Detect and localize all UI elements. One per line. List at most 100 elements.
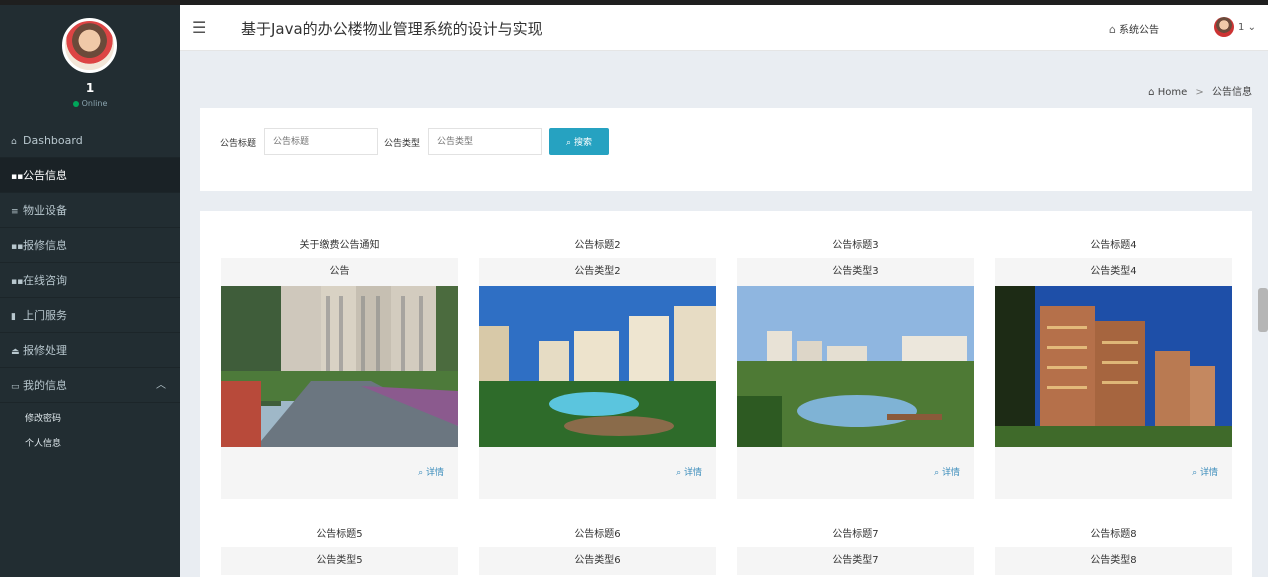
search-panel: 公告标题 公告类型 ⌕ 搜索 xyxy=(200,108,1252,191)
card-footer: ⌕ 详情 xyxy=(737,447,974,499)
sidebar-item-label: 报修处理 xyxy=(23,344,67,357)
card-footer: ⌕ 详情 xyxy=(221,447,458,499)
user-dropdown[interactable]: 1 ⌄ xyxy=(1214,17,1256,37)
card-title: 公告标题5 xyxy=(316,529,363,540)
card-image xyxy=(221,286,458,447)
home-icon: ⌂ xyxy=(11,137,17,147)
sidebar-item-label: 物业设备 xyxy=(23,204,67,217)
submenu-item-profile[interactable]: 个人信息 xyxy=(0,432,180,457)
sidebar-item-label: 报修信息 xyxy=(23,239,67,252)
user-panel: 1 Online xyxy=(0,5,180,123)
detail-link[interactable]: ⌕ 详情 xyxy=(934,465,960,478)
card-title: 关于缴费公告通知 xyxy=(299,240,380,251)
sidebar-item-label: 上门服务 xyxy=(23,309,67,322)
card-type: 公告类型6 xyxy=(479,547,716,575)
card-type: 公告类型5 xyxy=(221,547,458,575)
bookmark-icon: ▮ xyxy=(11,312,16,322)
notice-card[interactable]: 公告标题8 公告类型8 xyxy=(995,523,1232,575)
card-image xyxy=(737,286,974,447)
chevron-down-icon: ⌄ xyxy=(1247,22,1256,33)
menu-toggle-icon[interactable]: ☰ xyxy=(192,18,206,37)
submenu-item-change-password[interactable]: 修改密码 xyxy=(0,407,180,432)
breadcrumb: ⌂ Home > 公告信息 xyxy=(1148,83,1252,98)
detail-label: 详情 xyxy=(941,468,960,478)
app-title: 基于Java的办公楼物业管理系统的设计与实现 xyxy=(241,20,543,38)
detail-label: 详情 xyxy=(425,468,444,478)
card-type: 公告类型7 xyxy=(737,547,974,575)
sidebar-item-my-info[interactable]: ▭ 我的信息 ︿ xyxy=(0,368,180,403)
search-icon: ⌕ xyxy=(1192,468,1198,478)
sidebar-item-repair-handle[interactable]: ⏏ 报修处理 xyxy=(0,333,180,368)
card-type: 公告类型8 xyxy=(995,547,1232,575)
card-footer: ⌕ 详情 xyxy=(479,447,716,499)
detail-link[interactable]: ⌕ 详情 xyxy=(418,465,444,478)
eject-icon: ⏏ xyxy=(11,347,20,357)
card-type: 公告类型2 xyxy=(479,258,716,286)
title-label: 公告标题 xyxy=(220,139,257,149)
notice-card[interactable]: 公告标题5 公告类型5 xyxy=(221,523,458,575)
sidebar: 1 Online ⌂ Dashboard ▪▪公告信息 ≡ 物业设备 ▪▪报修信息 … xyxy=(0,5,180,577)
system-notice-link[interactable]: ⌂ 系统公告 xyxy=(1109,21,1159,36)
sidebar-item-label: 我的信息 xyxy=(23,379,67,392)
online-dot-icon xyxy=(72,100,79,107)
search-icon: ⌕ xyxy=(934,468,940,478)
notice-card[interactable]: 公告标题2 公告类型2 ⌕ 详情 xyxy=(479,234,716,499)
breadcrumb-current: 公告信息 xyxy=(1212,87,1252,98)
chevron-up-icon: ︿ xyxy=(156,380,166,391)
user-label: 1 xyxy=(1238,22,1245,33)
notice-label: 系统公告 xyxy=(1118,25,1159,36)
sidebar-username: 1 xyxy=(85,81,95,95)
avatar xyxy=(1214,17,1234,37)
status-text: Online xyxy=(81,99,108,108)
title-search-input[interactable] xyxy=(264,128,378,155)
card-title: 公告标题6 xyxy=(574,529,621,540)
card-type: 公告 xyxy=(221,258,458,286)
grid-icon: ▪▪ xyxy=(11,242,24,252)
notice-card[interactable]: 公告标题4 公告类型4 ⌕ 详情 xyxy=(995,234,1232,499)
detail-link[interactable]: ⌕ 详情 xyxy=(1192,465,1218,478)
card-title: 公告标题8 xyxy=(1090,529,1137,540)
card-title: 公告标题2 xyxy=(574,240,621,251)
card-type: 公告类型4 xyxy=(995,258,1232,286)
notice-card[interactable]: 公告标题3 公告类型3 ⌕ 详情 xyxy=(737,234,974,499)
notice-cards-panel: 关于缴费公告通知 公告 ⌕ 详情 公告标题2 公告类型2 ⌕ 详情 公告标题3 … xyxy=(200,211,1252,577)
sidebar-item-repair-info[interactable]: ▪▪报修信息 xyxy=(0,228,180,263)
avatar[interactable] xyxy=(62,18,117,73)
card-title: 公告标题4 xyxy=(1090,240,1137,251)
card-footer: ⌕ 详情 xyxy=(995,447,1232,499)
list-icon: ≡ xyxy=(11,207,19,217)
page-scrollbar[interactable] xyxy=(1258,288,1268,332)
notice-icon: ⌂ xyxy=(1109,23,1116,36)
breadcrumb-home[interactable]: Home xyxy=(1158,87,1188,98)
sidebar-item-consult[interactable]: ▪▪在线咨询 xyxy=(0,263,180,298)
card-image xyxy=(995,286,1232,447)
card-title: 公告标题7 xyxy=(832,529,879,540)
notice-card[interactable]: 关于缴费公告通知 公告 ⌕ 详情 xyxy=(221,234,458,499)
sidebar-item-home-service[interactable]: ▮ 上门服务 xyxy=(0,298,180,333)
submenu-my-info: 修改密码 个人信息 xyxy=(0,403,180,457)
sidebar-item-label: Dashboard xyxy=(23,134,83,147)
sidebar-item-dashboard[interactable]: ⌂ Dashboard xyxy=(0,123,180,158)
detail-link[interactable]: ⌕ 详情 xyxy=(676,465,702,478)
sidebar-item-notices[interactable]: ▪▪公告信息 xyxy=(0,158,180,193)
breadcrumb-separator: > xyxy=(1195,87,1204,98)
notice-card[interactable]: 公告标题6 公告类型6 xyxy=(479,523,716,575)
grid-icon: ▪▪ xyxy=(11,172,24,182)
search-icon: ⌕ xyxy=(566,138,572,148)
card-type: 公告类型3 xyxy=(737,258,974,286)
search-button-label: 搜索 xyxy=(573,138,592,148)
detail-label: 详情 xyxy=(1199,468,1218,478)
card-image xyxy=(479,286,716,447)
notice-card[interactable]: 公告标题7 公告类型7 xyxy=(737,523,974,575)
type-label: 公告类型 xyxy=(384,139,421,149)
search-icon: ⌕ xyxy=(676,468,682,478)
folder-icon: ▭ xyxy=(11,382,20,392)
sidebar-item-equipment[interactable]: ≡ 物业设备 xyxy=(0,193,180,228)
type-search-input[interactable] xyxy=(428,128,542,155)
grid-icon: ▪▪ xyxy=(11,277,24,287)
online-status: Online xyxy=(0,99,180,108)
top-header: ☰ 基于Java的办公楼物业管理系统的设计与实现 ⌂ 系统公告 1 ⌄ xyxy=(180,5,1268,51)
search-button[interactable]: ⌕ 搜索 xyxy=(549,128,609,155)
detail-label: 详情 xyxy=(683,468,702,478)
search-icon: ⌕ xyxy=(418,468,424,478)
